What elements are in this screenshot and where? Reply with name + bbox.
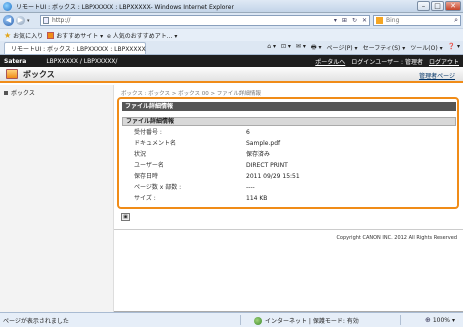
zoom-dropdown-icon[interactable]: ▾ <box>452 317 455 324</box>
globe-icon <box>254 316 262 325</box>
info-label: ページ数 x 部数 : <box>134 184 182 191</box>
info-row-document-name: ドキュメント名 Sample.pdf <box>122 139 456 148</box>
info-label: 受付番号 : <box>134 129 162 136</box>
info-value: 2011 09/29 15:51 <box>246 173 300 180</box>
info-label: 状況 <box>134 151 147 158</box>
refresh-icon[interactable]: ↻ <box>352 17 357 24</box>
status-separator <box>400 315 401 325</box>
feeds-icon[interactable]: ⊡ ▾ <box>281 43 291 53</box>
stop-icon[interactable]: ✕ <box>362 17 367 24</box>
ie-logo-icon <box>3 1 12 11</box>
mail-icon[interactable]: ✉ ▾ <box>296 43 306 53</box>
browser-tab[interactable]: リモートUI : ボックス : LBPXXXXX : LBPXXXXX <box>4 41 146 54</box>
security-zone[interactable]: インターネット | 保護モード: 有効 <box>254 316 359 325</box>
address-tools: ▾ ⊞ ↻ ✕ <box>334 17 367 24</box>
info-label: ユーザー名 <box>134 162 164 169</box>
page-title: ボックス <box>23 69 55 79</box>
login-user: ログインユーザー : 管理者 <box>351 59 423 66</box>
admin-page-link[interactable]: 管理者ページ <box>419 71 455 80</box>
status-text: ページが表示されました <box>3 317 69 325</box>
tab-bar: リモートUI : ボックス : LBPXXXXX : LBPXXXXX ⌂ ▾ … <box>0 41 463 55</box>
bing-icon <box>376 17 383 24</box>
file-details-panel: ファイル詳細情報 ファイル詳細情報 受付番号 : 6 ドキュメント名 Sampl… <box>117 97 459 209</box>
compat-view-icon[interactable]: ⊞ <box>342 17 347 24</box>
home-icon[interactable]: ⌂ ▾ <box>267 43 276 53</box>
window-title: リモートUI : ボックス : LBPXXXXX : LBPXXXXX- Win… <box>16 3 234 11</box>
search-icon[interactable]: ⌕ <box>454 16 458 25</box>
close-button[interactable]: ✕ <box>445 1 461 11</box>
window-title-bar: リモートUI : ボックス : LBPXXXXX : LBPXXXXX- Win… <box>0 0 463 13</box>
suggested-sites-icon <box>47 31 55 39</box>
info-row-saved-datetime: 保存日時 2011 09/29 15:51 <box>122 172 456 181</box>
copyright-text: Copyright CANON INC. 2012 All Rights Res… <box>336 235 457 241</box>
logout-link[interactable]: ログアウト <box>429 57 459 66</box>
sidebar-item-label: ボックス <box>11 90 35 97</box>
search-input[interactable] <box>386 17 446 24</box>
info-label: 保存日時 <box>134 173 159 180</box>
info-row-pages-copies: ページ数 x 部数 : ---- <box>122 183 456 192</box>
page-menu[interactable]: ページ(P) ▾ <box>326 43 357 53</box>
tools-menu[interactable]: ツール(O) ▾ <box>410 43 442 53</box>
address-url[interactable]: http:// <box>52 17 70 24</box>
star-icon: ★ <box>4 30 12 40</box>
address-field[interactable]: http:// ▾ ⊞ ↻ ✕ <box>40 15 370 26</box>
search-field[interactable]: ⌕ <box>373 15 461 26</box>
sidebar-item-mailbox[interactable]: ボックス <box>4 88 35 97</box>
status-bar: ページが表示されました インターネット | 保護モード: 有効 ⊕ 100% ▾ <box>0 312 463 327</box>
web-slice-link[interactable]: e 人気のおすすめアト... ▾ <box>107 31 177 40</box>
status-separator <box>240 315 241 325</box>
portal-link[interactable]: ポータルへ <box>315 57 345 66</box>
favorites-button[interactable]: ★ お気に入り <box>4 31 43 40</box>
suggested-sites-link[interactable]: おすすめサイト ▾ <box>47 31 103 40</box>
command-bar: ⌂ ▾ ⊡ ▾ ✉ ▾ 🖶 ▾ ページ(P) ▾ セーフティ(S) ▾ ツール(… <box>267 43 460 53</box>
info-row-size: サイズ : 114 KB <box>122 194 456 203</box>
back-to-list-button[interactable]: ▣ <box>121 213 130 221</box>
print-icon[interactable]: 🖶 ▾ <box>311 43 322 53</box>
info-label: ドキュメント名 <box>134 140 177 147</box>
mailbox-icon <box>6 69 18 79</box>
device-header: Satera LBPXXXXX / LBPXXXXX/ ポータルへ ログインユー… <box>0 55 463 67</box>
panel-subtitle: ファイル詳細情報 <box>122 117 456 126</box>
footer-divider <box>114 229 463 230</box>
info-row-user-name: ユーザー名 DIRECT PRINT <box>122 161 456 170</box>
sidebar: ボックス <box>0 85 114 312</box>
info-value: 保存済み <box>246 151 271 158</box>
info-value: ---- <box>246 184 255 191</box>
brand-name: Satera <box>4 57 27 65</box>
zoom-control[interactable]: ⊕ 100% ▾ <box>425 316 455 324</box>
zoom-icon: ⊕ <box>424 316 431 324</box>
info-row-status: 状況 保存済み <box>122 150 456 159</box>
device-name: LBPXXXXX / LBPXXXXX/ <box>46 57 118 65</box>
info-value: DIRECT PRINT <box>246 162 288 169</box>
page-content: Satera LBPXXXXX / LBPXXXXX/ ポータルへ ログインユー… <box>0 55 463 312</box>
bullet-icon <box>4 90 8 95</box>
info-label: サイズ : <box>134 195 156 202</box>
info-value: 6 <box>246 129 250 136</box>
history-dropdown-icon[interactable]: ▾ <box>27 18 30 24</box>
address-dropdown-icon[interactable]: ▾ <box>334 17 337 24</box>
forward-icon[interactable]: ▶ <box>16 16 25 25</box>
help-icon[interactable]: ❓ ▾ <box>448 43 460 53</box>
panel-title: ファイル詳細情報 <box>122 102 456 111</box>
navigation-bar: ◀ ▶ ▾ http:// ▾ ⊞ ↻ ✕ ⌕ <box>0 13 463 28</box>
back-icon[interactable]: ◀ <box>3 15 14 26</box>
window-controls: – □ ✕ <box>417 1 461 11</box>
info-value: 114 KB <box>246 195 268 202</box>
info-row-job-number: 受付番号 : 6 <box>122 128 456 137</box>
favorites-bar: ★ お気に入り おすすめサイト ▾ e 人気のおすすめアト... ▾ <box>0 28 463 41</box>
safety-menu[interactable]: セーフティ(S) ▾ <box>363 43 406 53</box>
header-links: ポータルへ ログインユーザー : 管理者 ログアウト <box>315 57 459 66</box>
minimize-button[interactable]: – <box>417 1 430 11</box>
maximize-button[interactable]: □ <box>431 1 444 11</box>
breadcrumb[interactable]: ボックス : ボックス > ボックス 00 > ファイル詳細情報 <box>121 89 261 97</box>
page-heading-bar: ボックス 管理者ページ <box>0 67 463 83</box>
info-value: Sample.pdf <box>246 140 281 147</box>
page-icon <box>43 17 49 24</box>
